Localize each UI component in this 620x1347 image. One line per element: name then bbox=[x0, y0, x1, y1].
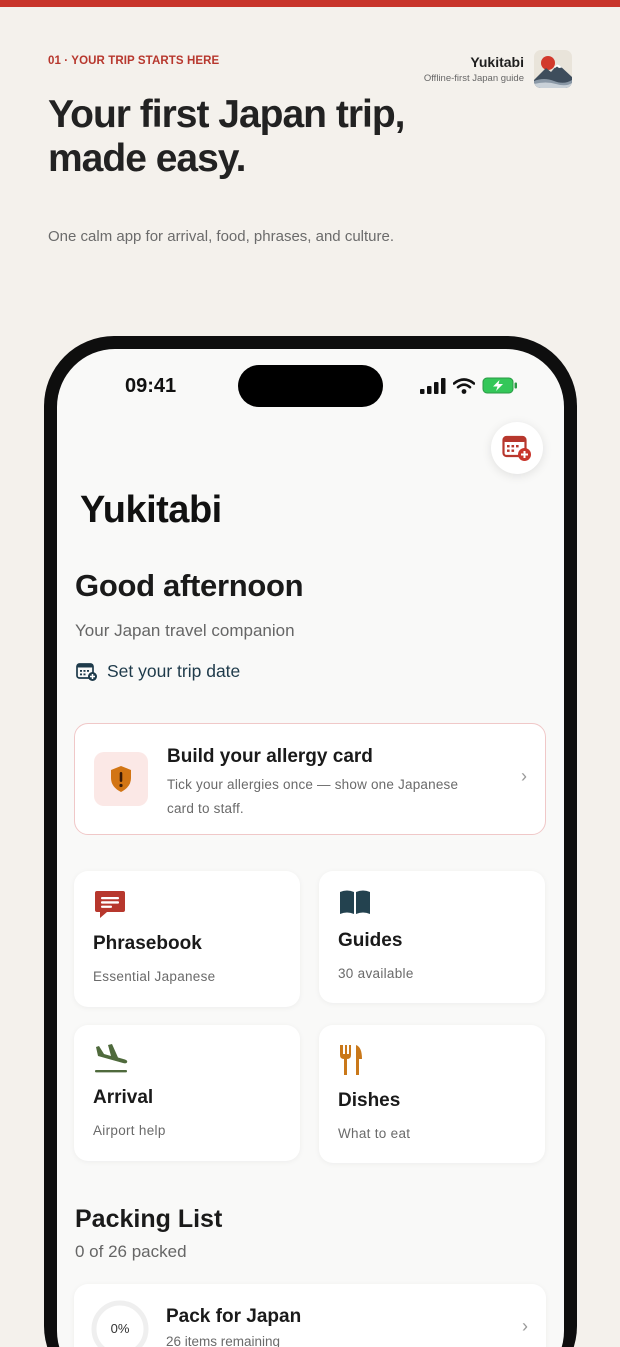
phone-frame: 09:41 Yukitabi Good afternoon Your Japan… bbox=[44, 336, 577, 1347]
add-trip-date-button[interactable] bbox=[491, 422, 543, 474]
calendar-add-icon bbox=[76, 662, 97, 681]
pack-card-subtitle: 26 items remaining bbox=[166, 1334, 281, 1347]
allergy-card[interactable]: Build your allergy card Tick your allerg… bbox=[74, 723, 546, 835]
tile-title: Dishes bbox=[338, 1090, 401, 1111]
allergy-card-description: Tick your allergies once — show one Japa… bbox=[167, 777, 459, 816]
set-trip-date-link[interactable]: Set your trip date bbox=[76, 661, 240, 682]
packing-count: 0 of 26 packed bbox=[75, 1242, 187, 1261]
app-title: Yukitabi bbox=[80, 489, 222, 531]
hero-title: Your first Japan trip, made easy. bbox=[48, 93, 406, 180]
packing-section-title: Packing List bbox=[75, 1205, 223, 1233]
shield-alert-icon bbox=[111, 766, 131, 792]
chat-bubble-icon bbox=[95, 891, 125, 918]
app-tagline: Your Japan travel companion bbox=[75, 621, 295, 640]
tile-title: Phrasebook bbox=[93, 933, 202, 954]
brand-tagline: Offline-first Japan guide bbox=[423, 73, 524, 84]
status-icons bbox=[420, 377, 518, 394]
chevron-right-icon: › bbox=[522, 1316, 528, 1336]
dynamic-island bbox=[238, 365, 383, 407]
pack-for-japan-card[interactable]: 0% Pack for Japan 26 items remaining › bbox=[74, 1284, 546, 1347]
set-trip-date-label: Set your trip date bbox=[107, 661, 241, 681]
allergy-card-title: Build your allergy card bbox=[167, 746, 373, 767]
tile-phrasebook[interactable]: Phrasebook Essential Japanese bbox=[74, 871, 300, 1007]
battery-charging-icon bbox=[482, 377, 517, 394]
brand-name: Yukitabi bbox=[470, 54, 524, 70]
status-time: 09:41 bbox=[125, 375, 177, 397]
tile-guides[interactable]: Guides 30 available bbox=[319, 871, 545, 1003]
open-book-icon bbox=[340, 890, 370, 914]
hero-subtitle: One calm app for arrival, food, phrases,… bbox=[48, 228, 395, 245]
tile-title: Guides bbox=[338, 930, 403, 951]
pack-card-title: Pack for Japan bbox=[166, 1306, 302, 1327]
tile-title: Arrival bbox=[93, 1087, 154, 1108]
tile-subtitle: What to eat bbox=[338, 1126, 411, 1141]
tile-subtitle: Essential Japanese bbox=[93, 969, 216, 984]
tile-subtitle: 30 available bbox=[338, 966, 414, 981]
fork-knife-icon bbox=[340, 1045, 362, 1075]
progress-label: 0% bbox=[110, 1321, 130, 1336]
greeting: Good afternoon bbox=[75, 568, 304, 603]
brand-text: Yukitabi Offline-first Japan guide bbox=[424, 52, 524, 86]
brand-block: Yukitabi Offline-first Japan guide bbox=[424, 50, 572, 88]
tile-subtitle: Airport help bbox=[93, 1123, 166, 1138]
allergy-icon-box bbox=[94, 752, 148, 806]
tile-arrival[interactable]: Arrival Airport help bbox=[74, 1025, 300, 1161]
calendar-add-icon bbox=[502, 435, 531, 461]
wifi-icon bbox=[453, 377, 475, 394]
top-accent-bar bbox=[0, 0, 620, 7]
eyebrow-label: 01 · YOUR TRIP STARTS HERE bbox=[48, 55, 220, 67]
signal-icon bbox=[420, 377, 446, 394]
phone-screen: 09:41 Yukitabi Good afternoon Your Japan… bbox=[57, 349, 564, 1347]
tile-dishes[interactable]: Dishes What to eat bbox=[319, 1025, 545, 1163]
chevron-right-icon: › bbox=[521, 766, 527, 786]
mount-fuji-logo-icon bbox=[534, 50, 572, 88]
plane-landing-icon bbox=[95, 1044, 128, 1073]
